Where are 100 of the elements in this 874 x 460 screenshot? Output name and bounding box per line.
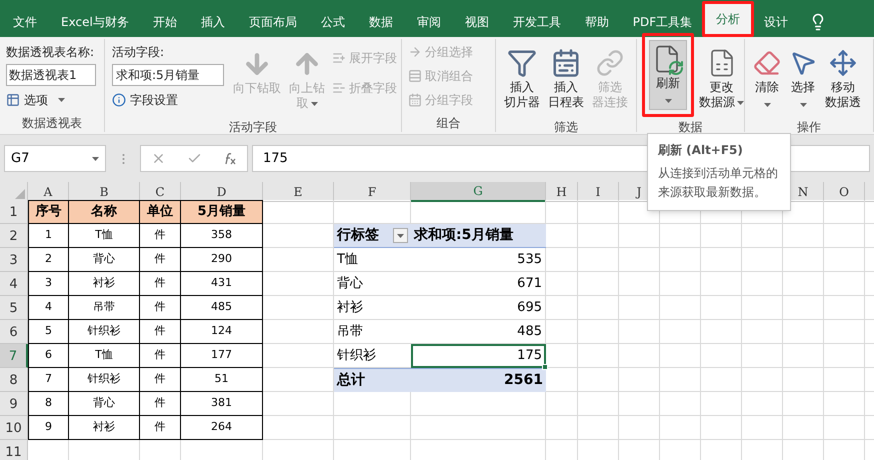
table-cell-text: 124	[211, 323, 232, 340]
field-label: 数据透视表名称:	[6, 44, 96, 61]
table-cell-text: 件	[154, 323, 166, 340]
empty-cell	[783, 248, 824, 272]
ribbon-tab[interactable]: 开始	[142, 7, 188, 37]
ribbon-tab[interactable]: 插入	[190, 7, 236, 37]
field-label: 活动字段:	[112, 44, 166, 61]
ribbon-tab[interactable]: 文件	[2, 7, 48, 37]
ribbon-tab[interactable]: 审阅	[406, 7, 452, 37]
ribbon-tab[interactable]: 设计	[753, 7, 800, 37]
row-number[interactable]: 11	[0, 440, 28, 460]
row-number[interactable]: 9	[0, 392, 28, 416]
table-cell-text: T恤	[95, 227, 113, 244]
function-icon[interactable]	[222, 152, 237, 164]
empty-cell	[660, 368, 701, 392]
row-number[interactable]: 4	[0, 272, 28, 296]
ribbon-tab[interactable]: 开发工具	[502, 7, 572, 37]
empty-cell	[783, 320, 824, 344]
table-cell-text: 件	[154, 419, 166, 436]
empty-cell	[701, 248, 742, 272]
empty-cell	[701, 272, 742, 296]
name-field[interactable]: 数据透视表1	[6, 64, 96, 86]
row-number[interactable]: 3	[0, 248, 28, 272]
name-box[interactable]: G7	[4, 145, 106, 172]
row-number[interactable]: 1	[0, 200, 28, 224]
table-cell-text: 针织衫	[88, 323, 120, 340]
table-cell-text: 5	[45, 323, 52, 340]
row-number[interactable]: 7	[0, 344, 28, 368]
ribbon-tab[interactable]: 数据	[358, 7, 404, 37]
ribbon-tab[interactable]: 视图	[454, 7, 500, 37]
empty-cell	[824, 368, 865, 392]
ribbon-button[interactable]: 插入 日程表	[545, 42, 587, 120]
empty-cell	[619, 344, 660, 368]
options-button[interactable]: 选项	[6, 91, 104, 109]
group-label: 数据透视表	[21, 115, 83, 132]
empty-cell	[578, 392, 619, 416]
empty-cell	[783, 344, 824, 368]
column-letter[interactable]: G	[411, 182, 546, 202]
empty-cell	[824, 416, 865, 440]
table-cell-text: 吊带	[93, 299, 115, 316]
fill-handle[interactable]	[542, 364, 548, 370]
row-number[interactable]: 10	[0, 416, 28, 440]
empty-cell	[546, 200, 578, 224]
table-cell-text: 1	[45, 227, 52, 244]
empty-cell	[742, 416, 783, 440]
table-cell[interactable]: 175	[411, 344, 546, 368]
empty-cell	[546, 416, 578, 440]
empty-cell	[546, 344, 578, 368]
group-label: 组合	[436, 115, 462, 132]
ribbon-button[interactable]: 移动 数据透	[822, 42, 864, 120]
ribbon-button[interactable]: 更改 数据源	[696, 42, 747, 120]
row-number[interactable]: 8	[0, 368, 28, 392]
empty-cell	[578, 224, 619, 248]
empty-cell	[546, 392, 578, 416]
column-letter[interactable]: H	[546, 182, 578, 202]
row-number[interactable]: 6	[0, 320, 28, 344]
empty-cell	[578, 368, 619, 392]
row-number[interactable]: 5	[0, 296, 28, 320]
ungroup-icon	[408, 68, 422, 82]
empty-cell	[742, 248, 783, 272]
ribbon-tab[interactable]: 页面布局	[238, 7, 308, 37]
ribbon-button[interactable]: 清除	[750, 42, 784, 120]
info-icon	[112, 93, 126, 107]
table-cell-text: 8	[45, 395, 52, 412]
active-field-input[interactable]: 求和项:5月销量	[112, 64, 224, 86]
table-cell-text: 件	[154, 371, 166, 388]
row-number[interactable]: 2	[0, 224, 28, 248]
column-letter[interactable]: I	[578, 182, 619, 202]
total-label: 总计	[337, 371, 365, 390]
ribbon-tab[interactable]: 帮助	[574, 7, 620, 37]
field-settings-button[interactable]: 字段设置	[112, 91, 228, 109]
collapse-icon	[332, 80, 346, 94]
column-letter[interactable]: O	[824, 182, 865, 202]
table-cell-text: 件	[154, 347, 166, 364]
table-cell-text: 件	[154, 275, 166, 292]
ribbon-button[interactable]: 选择	[786, 42, 820, 120]
empty-cell	[263, 416, 334, 440]
empty-cell	[742, 296, 783, 320]
ribbon-button[interactable]: 插入 切片器	[501, 42, 543, 120]
empty-cell	[578, 296, 619, 320]
empty-cell	[701, 344, 742, 368]
empty-cell	[619, 224, 660, 248]
ribbon-tab[interactable]: PDF工具集	[622, 7, 704, 37]
row-label: 针织衫	[337, 346, 376, 365]
table-cell-text: 4	[45, 299, 52, 316]
filter-dropdown-button[interactable]	[393, 228, 408, 243]
table-cell-text: 背心	[93, 251, 115, 268]
empty-cell	[701, 224, 742, 248]
row-label: 吊带	[337, 322, 363, 341]
column-letter[interactable]: E	[263, 182, 334, 202]
table-cell-text: 件	[154, 251, 166, 268]
empty-cell	[701, 320, 742, 344]
ribbon-tab[interactable]: Excel与财务	[50, 7, 140, 37]
ribbon-button[interactable]: 刷新	[649, 40, 687, 110]
ribbon-tab[interactable]: 分析	[705, 4, 752, 34]
empty-cell	[742, 368, 783, 392]
empty-cell	[660, 296, 701, 320]
ribbon-tab[interactable]: 公式	[310, 7, 356, 37]
table-cell-text: 264	[211, 419, 232, 436]
group-label: 数据	[678, 119, 704, 136]
